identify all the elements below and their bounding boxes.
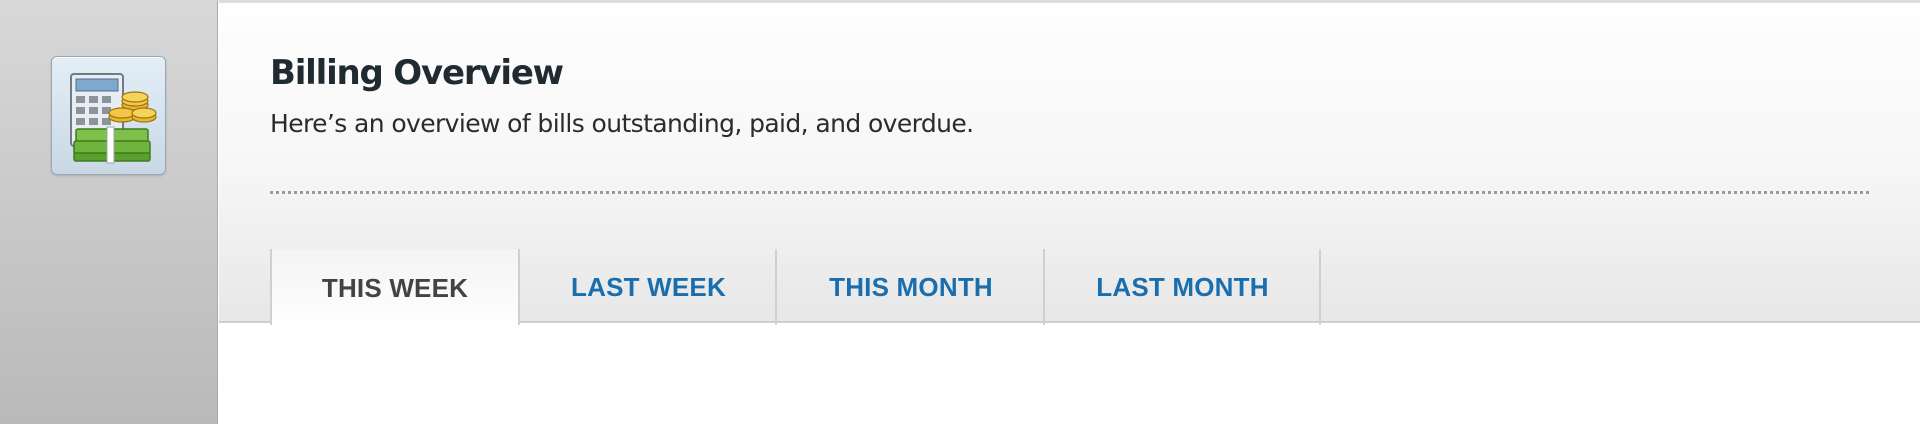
tab-last-week[interactable]: LAST WEEK [520,249,777,326]
tab-separator [1319,249,1321,326]
dotted-divider [270,191,1869,194]
tab-this-month[interactable]: THIS MONTH [777,249,1045,326]
sidebar [0,0,218,424]
page-title: Billing Overview [270,53,564,93]
tab-last-month[interactable]: LAST MONTH [1045,249,1320,326]
page-subtitle: Here’s an overview of bills outstanding,… [270,109,974,138]
page-header: Billing Overview Here’s an overview of b… [219,0,1920,328]
tab-content-area [219,325,1920,424]
billing-icon-tile [51,56,166,175]
tab-this-week[interactable]: THIS WEEK [270,249,520,328]
billing-calculator-money-icon [70,73,157,164]
